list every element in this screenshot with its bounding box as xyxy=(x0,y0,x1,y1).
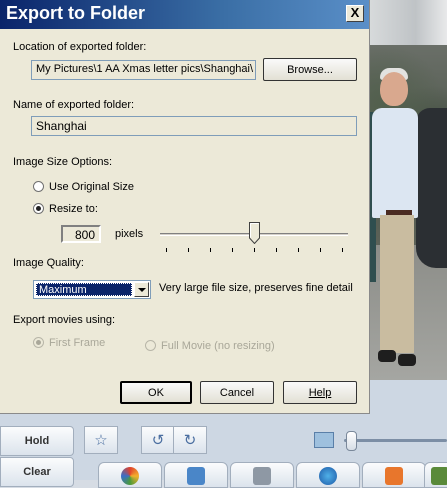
color-wheel-icon xyxy=(121,467,139,485)
full-movie-label: Full Movie (no resizing) xyxy=(161,340,275,352)
full-movie-radio[interactable] xyxy=(145,340,156,351)
slider-tick xyxy=(342,248,343,252)
use-original-radio[interactable] xyxy=(33,181,44,192)
ok-button[interactable]: OK xyxy=(120,381,192,404)
first-frame-label: First Frame xyxy=(49,337,106,349)
help-button[interactable]: Help xyxy=(283,381,357,404)
cancel-button[interactable]: Cancel xyxy=(200,381,274,404)
rotate-right-icon: ↻ xyxy=(183,432,197,449)
pixels-label: pixels xyxy=(115,228,144,240)
first-frame-radio[interactable] xyxy=(33,337,44,348)
use-original-label[interactable]: Use Original Size xyxy=(49,181,134,193)
browse-button[interactable]: Browse... xyxy=(263,58,357,81)
resize-label[interactable]: Resize to: xyxy=(49,203,98,215)
slider-tick xyxy=(276,248,277,252)
blogger-icon xyxy=(385,467,403,485)
chevron-down-icon[interactable] xyxy=(134,282,149,297)
photo-icon xyxy=(187,467,205,485)
rotate-left-button[interactable]: ↺ xyxy=(141,426,175,454)
resize-value-field[interactable]: 800 xyxy=(61,225,101,243)
rotate-left-icon: ↺ xyxy=(151,432,165,449)
zoom-slider-thumb[interactable] xyxy=(346,431,357,451)
folder-name-field[interactable]: Shanghai xyxy=(31,116,357,136)
size-options-label: Image Size Options: xyxy=(13,156,113,168)
slider-tick xyxy=(320,248,321,252)
slider-tick xyxy=(298,248,299,252)
background-photo xyxy=(368,0,447,380)
resize-slider-thumb[interactable] xyxy=(249,222,260,244)
clear-button[interactable]: Clear xyxy=(0,457,74,487)
resize-radio[interactable] xyxy=(33,203,44,214)
hold-button[interactable]: Hold xyxy=(0,426,74,456)
slider-tick xyxy=(254,248,255,252)
dock-button-5[interactable] xyxy=(362,462,426,488)
dialog-titlebar[interactable]: Export to Folder X xyxy=(0,0,369,29)
dialog-title: Export to Folder xyxy=(6,3,145,23)
star-button[interactable]: ☆ xyxy=(84,426,118,454)
dock-button-4[interactable] xyxy=(296,462,360,488)
star-icon: ☆ xyxy=(94,432,108,449)
app-icon xyxy=(431,467,447,485)
slider-tick xyxy=(166,248,167,252)
printer-icon xyxy=(253,467,271,485)
slider-tick xyxy=(188,248,189,252)
name-label: Name of exported folder: xyxy=(13,99,135,111)
slider-tick xyxy=(232,248,233,252)
quality-dropdown[interactable]: Maximum xyxy=(33,280,151,299)
quality-description: Very large file size, preserves fine det… xyxy=(159,282,353,294)
location-field[interactable]: My Pictures\1 AA Xmas letter pics\Shangh… xyxy=(31,60,256,80)
close-button[interactable]: X xyxy=(346,5,364,22)
dock-button-3[interactable] xyxy=(230,462,294,488)
rotate-right-button[interactable]: ↻ xyxy=(173,426,207,454)
dock-button-6[interactable] xyxy=(424,462,447,488)
globe-icon xyxy=(319,467,337,485)
zoom-slider-track[interactable] xyxy=(344,439,447,442)
location-label: Location of exported folder: xyxy=(13,41,147,53)
export-to-folder-dialog: Export to Folder X Location of exported … xyxy=(0,0,370,414)
quality-selected: Maximum xyxy=(36,283,132,296)
close-icon: X xyxy=(350,5,360,20)
movies-label: Export movies using: xyxy=(13,314,116,326)
quality-label: Image Quality: xyxy=(13,257,84,269)
zoom-icon xyxy=(314,432,334,448)
dock-button-1[interactable] xyxy=(98,462,162,488)
dock-button-2[interactable] xyxy=(164,462,228,488)
slider-tick xyxy=(210,248,211,252)
